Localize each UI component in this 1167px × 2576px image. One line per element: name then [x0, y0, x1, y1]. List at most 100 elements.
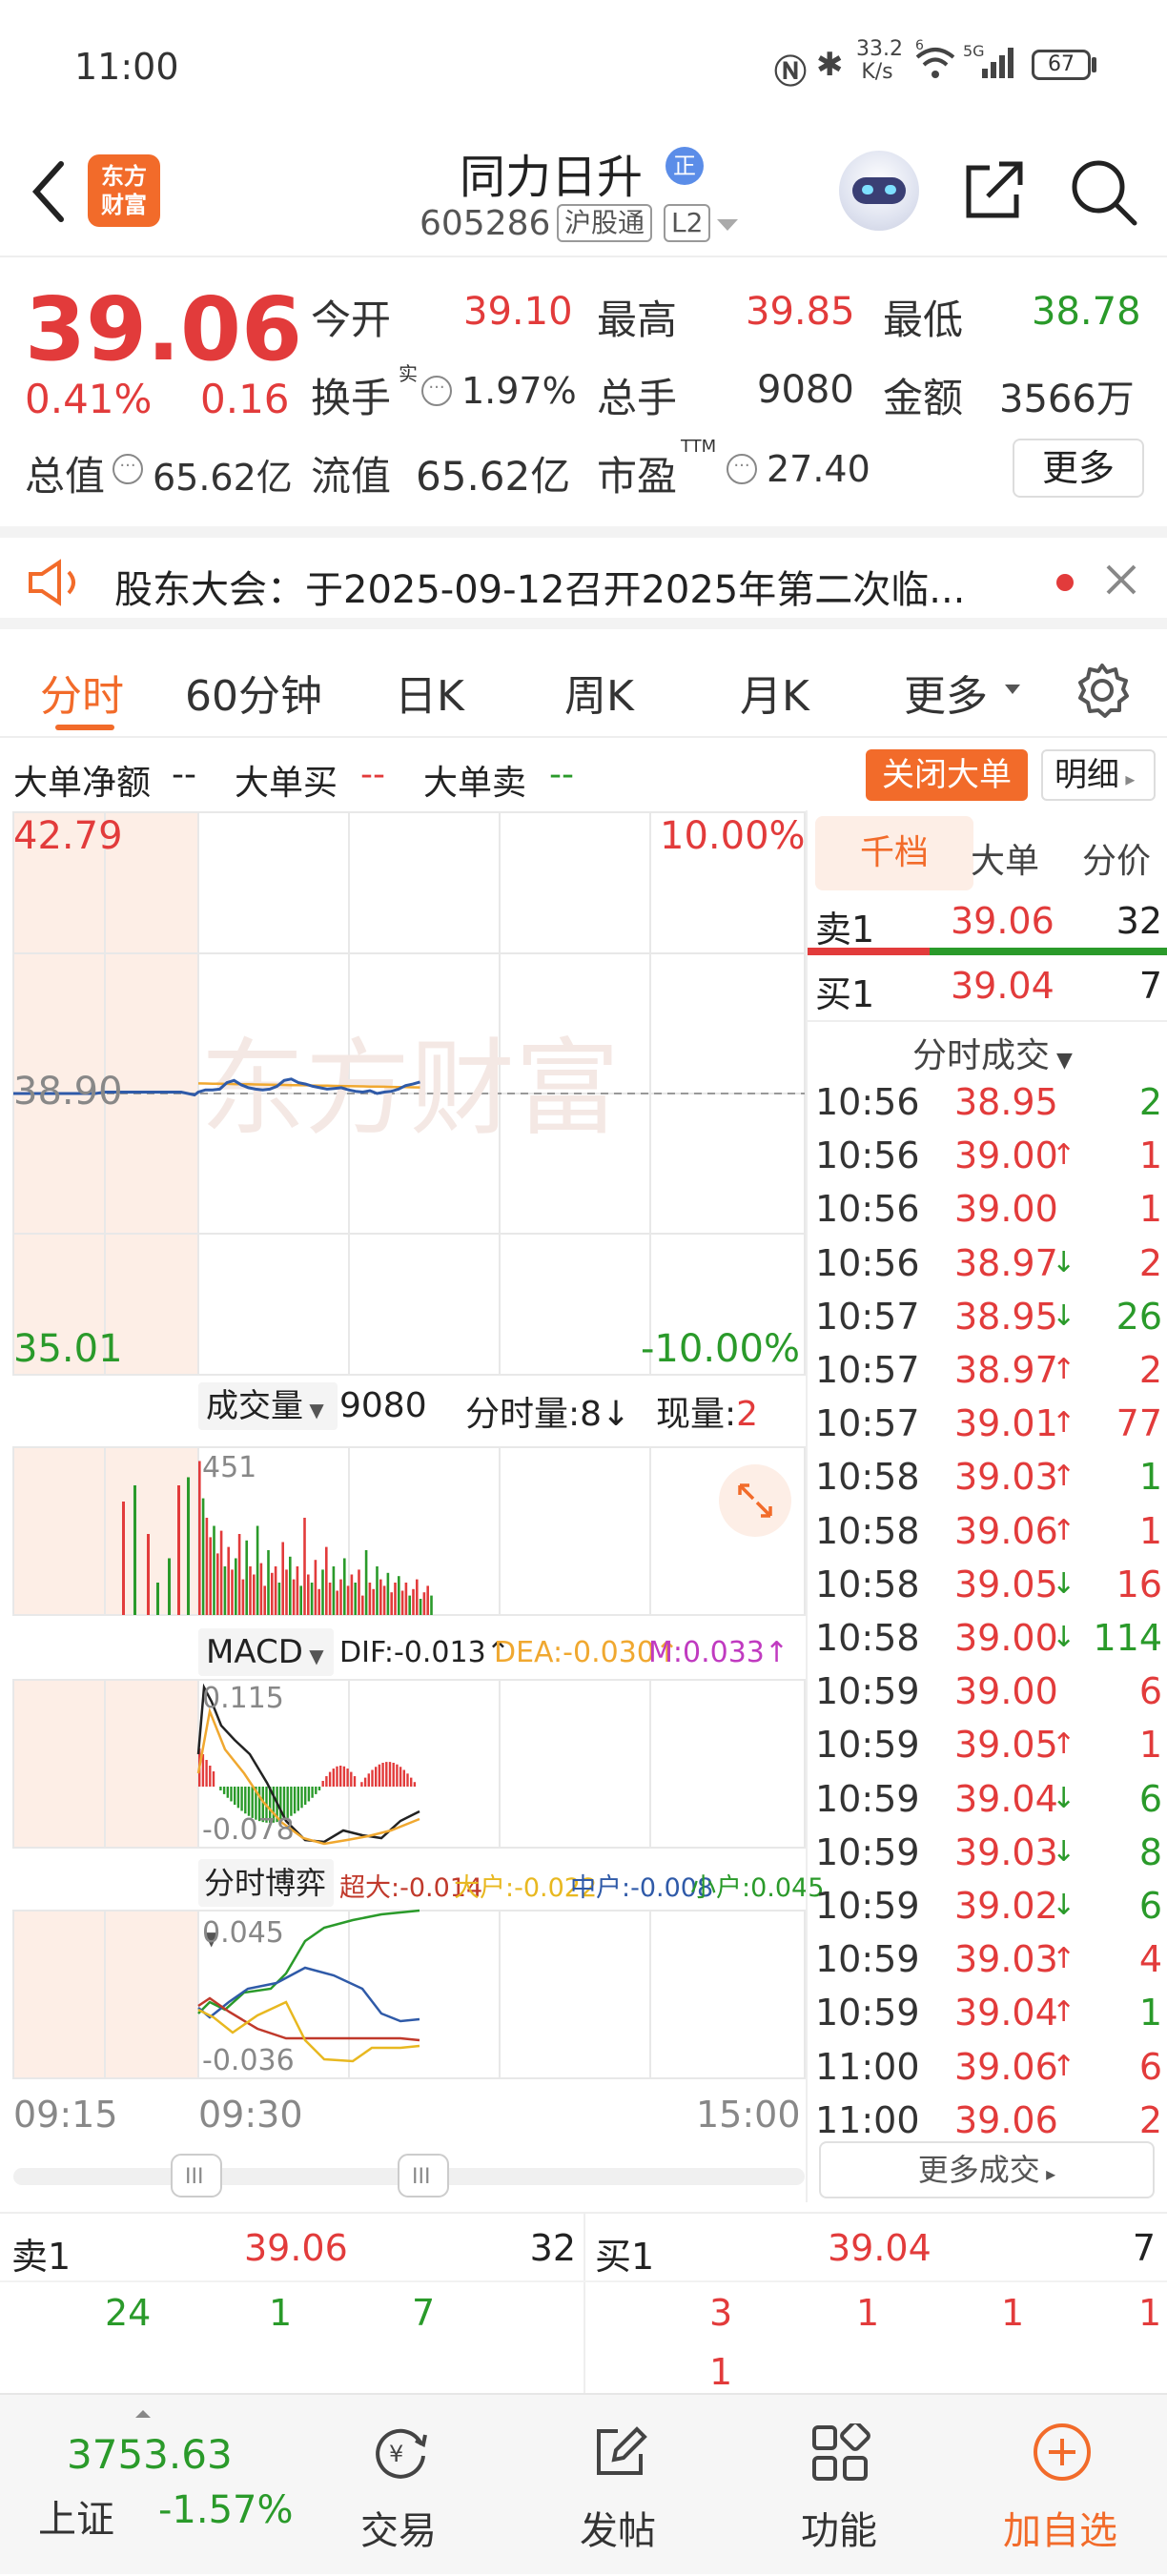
search-icon[interactable] — [1068, 156, 1140, 229]
trades-title[interactable]: 分时成交 ▼ — [912, 1028, 1073, 1077]
volume-bar — [400, 1590, 404, 1615]
chevron-down-icon[interactable] — [715, 217, 740, 233]
volume-bar — [416, 1579, 419, 1615]
turnover-sup: 实 — [399, 362, 418, 385]
macd-dif: DIF:-0.013↑ — [339, 1636, 510, 1669]
chevron-down-icon[interactable] — [1003, 683, 1022, 696]
nfc-icon: Ⓝ — [774, 53, 807, 92]
trade-volume: 16 — [1116, 1563, 1162, 1605]
book-buy1-vol: 7 — [1132, 2227, 1156, 2269]
side-tab-bigorder[interactable]: 大单 — [952, 833, 1057, 883]
side-tab-depth[interactable]: 千档 — [815, 816, 973, 890]
tab-daily[interactable]: 日K — [395, 662, 464, 723]
macd-bar — [290, 1787, 293, 1816]
side-buy1-vol: 7 — [1138, 965, 1162, 1007]
settings-gear-icon[interactable] — [1074, 662, 1131, 719]
assistant-robot-icon[interactable] — [839, 151, 919, 231]
macd-bar — [413, 1782, 417, 1787]
volume-bar — [303, 1518, 306, 1615]
nav-post[interactable]: 发帖 — [522, 2395, 713, 2576]
big-order-bar: 大单净额 -- 大单买 -- 大单卖 -- 关闭大单 明细 ▸ — [0, 742, 1167, 810]
high-value: 39.85 — [746, 290, 855, 334]
trade-arrow: ↑ — [1052, 1460, 1076, 1494]
close-bigorder-button[interactable]: 关闭大单 — [866, 749, 1028, 801]
macd-bar — [321, 1781, 324, 1787]
volume-bar — [289, 1556, 292, 1615]
trade-arrow: ↑ — [1052, 1728, 1076, 1762]
info-icon[interactable]: ··· — [727, 454, 757, 484]
tab-60min[interactable]: 60分钟 — [185, 662, 322, 723]
more-trades-button[interactable]: 更多成交 ▸ — [819, 2141, 1155, 2198]
index-pct: -1.57% — [158, 2488, 294, 2532]
trade-price: 39.00 — [954, 1617, 1058, 1659]
exchange-tag: 沪股通 — [557, 204, 653, 242]
more-button[interactable]: 更多 — [1013, 439, 1144, 498]
intraday-chart[interactable]: 东方财富 III III 42.79 10.00% 38.90 35.01 -1… — [0, 810, 824, 2202]
trade-time: 10:58 — [815, 1509, 920, 1552]
info-icon[interactable]: ··· — [113, 454, 143, 484]
open-value: 39.10 — [463, 290, 573, 334]
game-indicator-select[interactable]: 分时博弈 ▼ — [198, 1859, 334, 1950]
order-book: 卖1 39.06 32 24 1 7 买1 39.04 7 3 1 1 1 1 — [0, 2212, 1167, 2395]
volume-bar — [398, 1576, 400, 1615]
announcement-text[interactable]: 股东大会：于2025-09-12召开2025年第二次临... — [114, 559, 965, 614]
trade-arrow: ↑ — [1052, 1995, 1076, 2030]
volume-bar — [223, 1566, 227, 1615]
side-sell1-price: 39.06 — [951, 900, 1054, 942]
trade-volume: 6 — [1138, 2045, 1162, 2088]
trade-arrow: ↓ — [1052, 1621, 1076, 1654]
book-buy-queue: 1 — [1001, 2292, 1025, 2334]
macd-bar — [234, 1787, 236, 1805]
volume-bar — [317, 1588, 320, 1615]
macd-bar — [317, 1787, 321, 1790]
book-sell-queue: 24 — [105, 2292, 152, 2334]
turnover-label: 换手 — [311, 375, 392, 421]
share-icon[interactable] — [961, 156, 1028, 223]
back-icon[interactable] — [27, 158, 69, 225]
volume-indicator-select[interactable]: 成交量 ▼ — [198, 1382, 338, 1430]
volume-bar — [274, 1566, 277, 1615]
trade-row: 10:59 39.03 ↓ 8 — [815, 1830, 1162, 1885]
chart-canvas[interactable]: 东方财富 III III — [0, 810, 806, 2202]
macd-bar — [222, 1787, 226, 1794]
tab-intraday[interactable]: 分时 — [40, 662, 124, 723]
macd-bar — [371, 1769, 374, 1787]
close-icon[interactable] — [1102, 561, 1140, 599]
trade-price: 39.06 — [954, 2098, 1058, 2141]
volume-bar — [147, 1534, 150, 1615]
volume-bar — [133, 1485, 136, 1615]
volume-bar — [328, 1583, 332, 1615]
trade-price: 39.05 — [954, 1563, 1058, 1605]
macd-indicator-select[interactable]: MACD ▼ — [198, 1628, 334, 1676]
announcement-bar[interactable]: 股东大会：于2025-09-12召开2025年第二次临... — [0, 526, 1167, 629]
tab-weekly[interactable]: 周K — [564, 662, 634, 723]
expand-icon[interactable] — [719, 1464, 791, 1537]
nav-add-watchlist[interactable]: 加自选 — [965, 2395, 1156, 2576]
big-buy-value: -- — [360, 755, 385, 794]
side-tab-price[interactable]: 分价 — [1067, 833, 1166, 883]
big-sell-value: -- — [549, 755, 574, 794]
tab-more[interactable]: 更多 — [904, 662, 988, 723]
game-small: 小户:0.045 — [690, 1873, 825, 1903]
trade-volume: 4 — [1138, 1938, 1162, 1981]
volume-bar — [249, 1566, 252, 1615]
nav-function[interactable]: 功能 — [744, 2395, 934, 2576]
macd-bar — [402, 1769, 405, 1787]
trade-price: 39.03 — [954, 1456, 1058, 1499]
macd-bar — [247, 1787, 251, 1816]
low-value: 38.78 — [1032, 290, 1141, 334]
app-logo[interactable]: 东方 财富 — [88, 154, 160, 227]
svg-text:¥: ¥ — [389, 2441, 403, 2467]
info-icon[interactable]: ··· — [421, 376, 452, 406]
big-net-value: -- — [172, 755, 196, 794]
trade-price: 39.03 — [954, 1830, 1058, 1873]
nav-trade[interactable]: ¥ 交易 — [303, 2395, 494, 2576]
time-axis-end: 15:00 — [696, 2094, 801, 2136]
nav-post-label: 发帖 — [580, 2509, 656, 2553]
volume-bar — [216, 1553, 219, 1615]
tab-monthly[interactable]: 月K — [740, 662, 809, 723]
index-widget[interactable]: 3753.63 上证 -1.57% — [0, 2395, 315, 2576]
trade-row: 10:59 39.05 ↑ 1 — [815, 1724, 1162, 1777]
detail-button[interactable]: 明细 ▸ — [1041, 749, 1156, 801]
trade-time: 10:59 — [815, 1670, 920, 1713]
